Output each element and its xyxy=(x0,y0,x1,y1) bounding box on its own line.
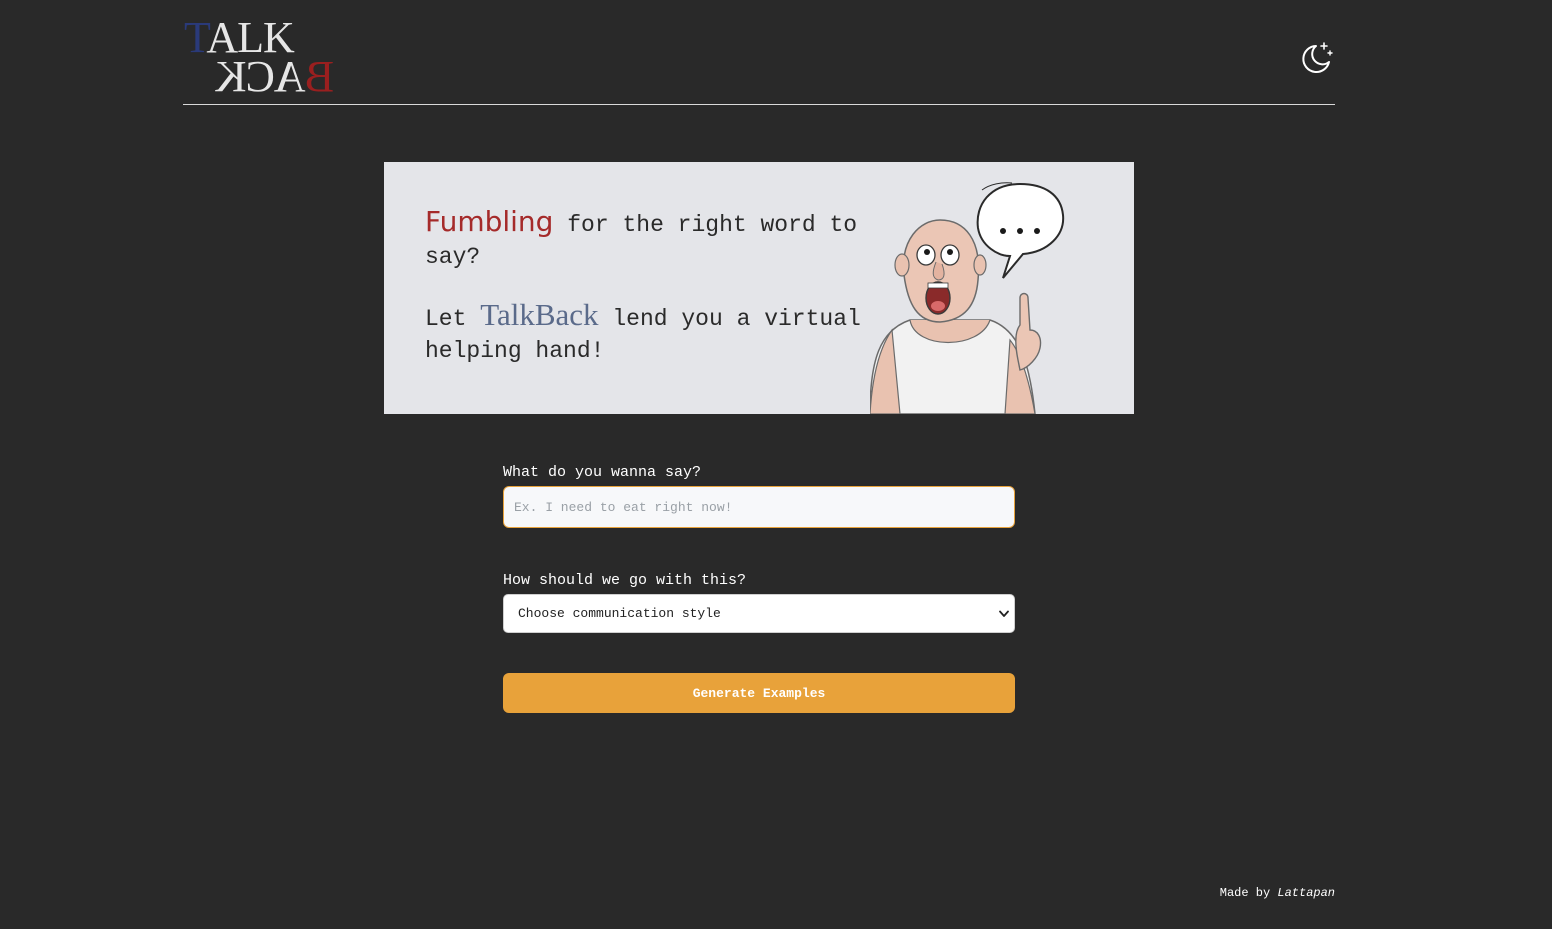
footer-credit: Made by Lattapan xyxy=(1219,886,1335,900)
hero-text: Fumbling for the right word to say? Let … xyxy=(425,206,865,393)
header: TALK BACK xyxy=(183,0,1335,105)
style-label: How should we go with this? xyxy=(503,572,747,589)
logo-bottom-word-mirrored: BACK xyxy=(215,52,334,101)
message-input[interactable] xyxy=(503,486,1015,528)
message-label: What do you wanna say? xyxy=(503,464,702,481)
theme-toggle-button[interactable] xyxy=(1297,40,1335,78)
communication-style-select[interactable]: Choose communication style xyxy=(503,594,1015,633)
hero-line-2: Let TalkBack lend you a virtual helping … xyxy=(425,297,861,365)
chevron-down-icon xyxy=(999,610,1009,617)
author-name: Lattapan xyxy=(1277,886,1335,900)
select-value: Choose communication style xyxy=(518,606,721,621)
man-pointing-illustration xyxy=(870,182,1065,414)
talkback-form: What do you wanna say? How should we go … xyxy=(503,463,1015,713)
generate-examples-button[interactable]: Generate Examples xyxy=(503,673,1015,713)
hero-highlight-word: Fumbling xyxy=(425,205,554,238)
moon-stars-icon xyxy=(1302,42,1333,73)
talkback-logo[interactable]: TALK BACK xyxy=(184,16,336,102)
speech-bubble-icon xyxy=(976,182,1065,279)
hero-line-1: Fumbling for the right word to say? xyxy=(425,205,858,271)
hero-banner: Fumbling for the right word to say? Let … xyxy=(384,162,1134,414)
hero-brand-name: TalkBack xyxy=(480,297,599,332)
page: TALK BACK Fumbling for the right word to… xyxy=(0,0,1552,929)
